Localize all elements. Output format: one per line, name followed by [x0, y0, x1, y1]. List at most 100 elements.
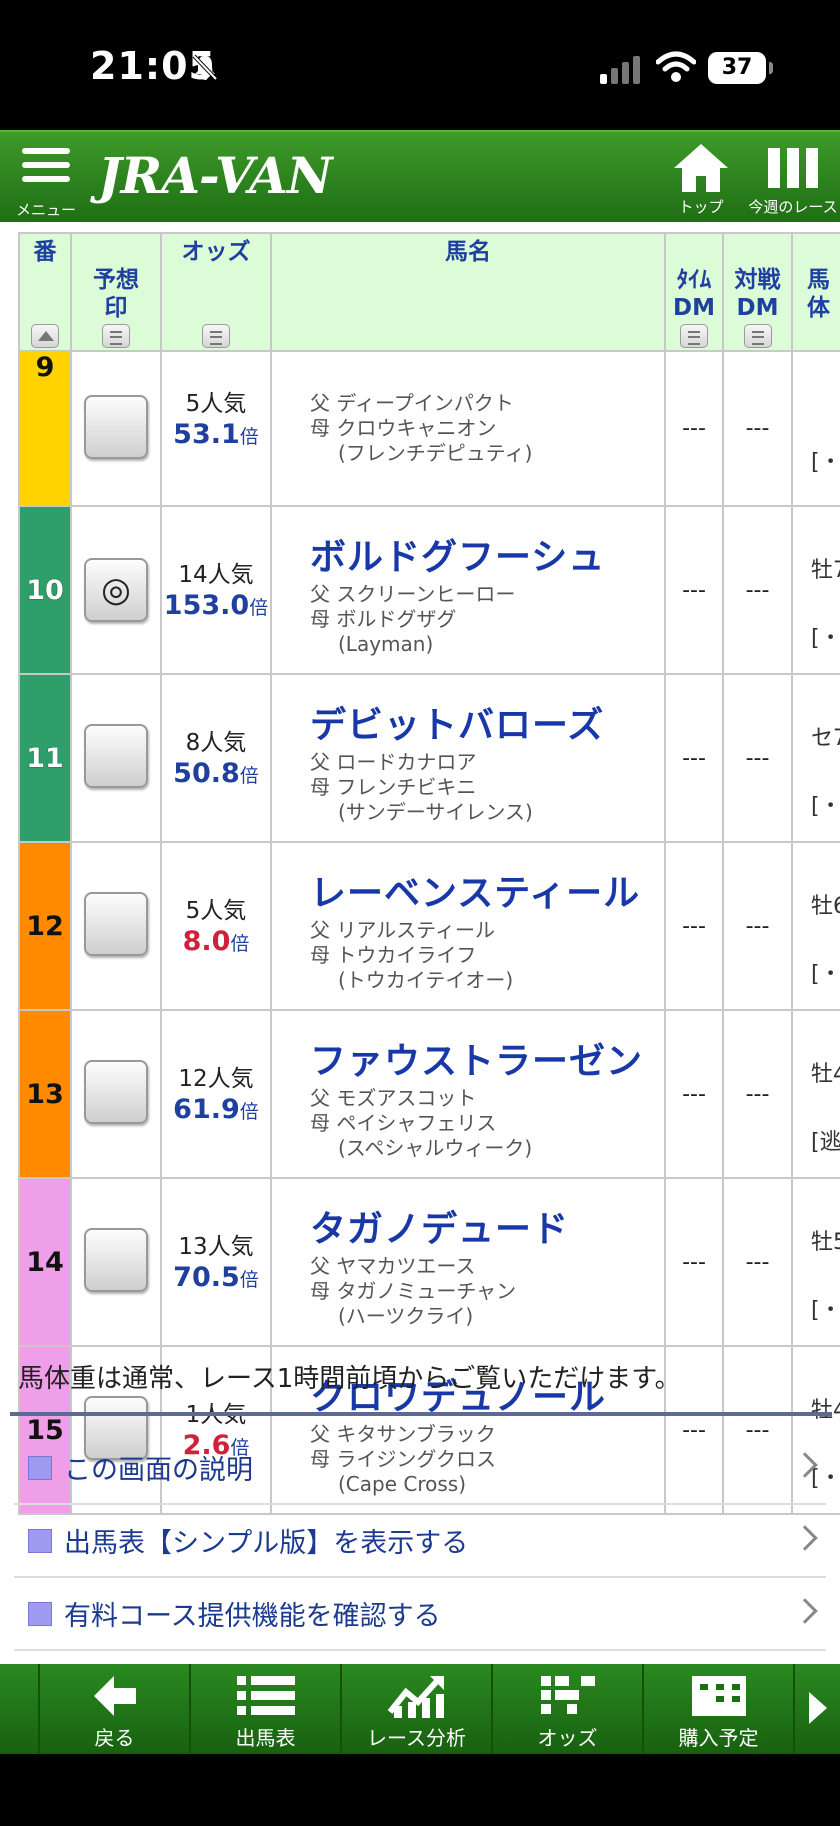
table-row: 10 ◎ 14人気 153.0倍 ボルドグフーシュ父 スクリーンヒーロー母 ボルドグザグ… [18, 505, 840, 675]
bullet-square-icon [28, 1455, 52, 1480]
odds-unit: 倍 [239, 1268, 259, 1291]
horse-extra-cell: セ7 [・先 [791, 673, 840, 843]
col-header-odds[interactable]: オッズ [160, 232, 272, 352]
odds-cell[interactable]: 14人気 153.0倍 [160, 505, 272, 675]
sort-menu-icon[interactable] [102, 324, 130, 348]
odds-cell[interactable]: 12人気 61.9倍 [160, 1009, 272, 1179]
nav-back[interactable]: 戻る [40, 1664, 191, 1754]
prediction-mark-button[interactable] [84, 394, 148, 459]
prediction-mark-button[interactable] [84, 1228, 148, 1292]
chevron-right-icon [792, 1525, 818, 1551]
col-header-number[interactable]: 番 [18, 232, 72, 352]
odds-cell[interactable]: 5人気 8.0倍 [160, 841, 272, 1011]
popularity: 8人気 [185, 729, 247, 756]
odds-cell[interactable]: 5人気 53.1倍 [160, 350, 272, 507]
dam: 母 ボルドグザグ [310, 606, 457, 631]
sex-age: 牡5 [811, 1230, 840, 1255]
horse-extra-cell: 牡5 [・先 [791, 1177, 840, 1347]
sire: 父 ディープインパクト [310, 391, 514, 415]
home-button[interactable]: トップ [668, 142, 734, 217]
link-paid-course[interactable]: 有料コース提供機能を確認する [14, 1578, 826, 1651]
time-dm-value: --- [664, 1177, 724, 1347]
odds-unit: 倍 [249, 596, 269, 619]
signal-icon [600, 56, 640, 84]
sort-menu-icon[interactable] [743, 324, 772, 348]
odds-cell[interactable]: 8人気 50.8倍 [160, 673, 272, 843]
nav-scroll-right-icon[interactable] [795, 1664, 840, 1754]
odds-cell[interactable]: 13人気 70.5倍 [160, 1177, 272, 1347]
race-card-content: 番 予想 印 オッズ 馬名 ﾀｲﾑ DM 対戦 DM 馬 体 9 5人気 53.… [0, 222, 840, 1664]
prediction-mark-button[interactable]: ◎ [84, 558, 148, 622]
nav-purchase-plan[interactable]: 購入予定 [644, 1664, 795, 1754]
race-card-table: 番 予想 印 オッズ 馬名 ﾀｲﾑ DM 対戦 DM 馬 体 9 5人気 53.… [18, 232, 840, 1515]
link-simple-version[interactable]: 出馬表【シンプル版】を表示する [14, 1505, 826, 1578]
horse-name-link[interactable]: ファウストラーゼン [310, 1038, 664, 1086]
col-header-horse-name: 馬名 [270, 232, 666, 352]
sire: 父 モズアスコット [310, 1085, 477, 1110]
prediction-mark-button[interactable] [84, 892, 148, 956]
running-style: [・先 [811, 1298, 840, 1323]
sort-menu-icon[interactable] [680, 324, 708, 348]
popularity: 12人気 [178, 1065, 254, 1092]
nav-race-analysis[interactable]: レース分析 [342, 1664, 493, 1754]
running-style: [・先 [811, 962, 840, 987]
this-week-races-button[interactable]: 今週のレース [746, 142, 840, 217]
horse-number: 14 [18, 1177, 72, 1347]
dam: 母 クロウキャニオン [310, 416, 497, 440]
sire: 父 リアルスティール [310, 917, 495, 942]
link-screen-explanation[interactable]: この画面の説明 [14, 1432, 826, 1505]
chevron-right-icon [792, 1598, 818, 1624]
app-header: メニュー JRA-VAN トップ 今週のレース [0, 130, 840, 222]
prediction-mark-button[interactable] [84, 724, 148, 788]
prediction-mark-cell [70, 673, 162, 843]
prediction-mark-cell: ◎ [70, 505, 162, 675]
odds-value: 61.9 [173, 1093, 240, 1125]
sort-ascending-icon[interactable] [31, 324, 59, 348]
chevron-right-icon [792, 1452, 818, 1478]
odds-value: 70.5 [173, 1261, 240, 1293]
time-dm-value: --- [664, 350, 724, 507]
sire: 父 ヤマカツエース [310, 1253, 476, 1278]
horse-name-link[interactable]: ボルドグフーシュ [310, 534, 664, 582]
horse-name-link[interactable]: デビットバローズ [310, 702, 664, 750]
prediction-mark-cell [70, 350, 162, 507]
table-row: 9 5人気 53.1倍父 ディープインパクト母 クロウキャニオン (フレンチデピュティ… [18, 350, 840, 507]
horse-number: 9 [18, 350, 72, 507]
match-dm-value: --- [722, 673, 793, 843]
table-row: 12 5人気 8.0倍 レーベンスティール父 リアルスティール母 トウカイライフ (トウ… [18, 841, 840, 1011]
match-dm-value: --- [722, 505, 793, 675]
dam: 母 フレンチビキニ [310, 774, 477, 799]
running-style: [逃 [811, 1130, 840, 1155]
menu-button[interactable]: メニュー [14, 144, 78, 220]
chart-icon [387, 1676, 444, 1718]
odds-value: 53.1 [173, 419, 240, 450]
dam: 母 トウカイライフ [310, 942, 477, 967]
sort-menu-icon[interactable] [202, 324, 230, 348]
this-week-label: 今週のレース [748, 198, 838, 216]
horse-extra-cell: 牡4 [逃 [791, 1009, 840, 1179]
dam-sire: (トウカイテイオー) [338, 967, 514, 992]
jra-van-logo[interactable]: JRA-VAN [98, 146, 333, 205]
col-header-time-dm[interactable]: ﾀｲﾑ DM [664, 232, 724, 352]
running-style: [・ [811, 449, 840, 475]
nav-odds[interactable]: オッズ [493, 1664, 644, 1754]
col-header-extra: 馬 体 [791, 232, 840, 352]
prediction-mark-button[interactable] [84, 1060, 148, 1124]
popularity: 14人気 [178, 561, 254, 588]
horse-info-cell: デビットバローズ父 ロードカナロア母 フレンチビキニ (サンデーサイレンス) [270, 673, 666, 843]
horse-info-cell: タガノデュード父 ヤマカツエース母 タガノミューチャン (ハーツクライ) [270, 1177, 666, 1347]
home-indicator-area [0, 1754, 840, 1826]
horse-number: 12 [18, 841, 72, 1011]
nav-race-card[interactable]: 出馬表 [191, 1664, 342, 1754]
prediction-mark-cell [70, 1009, 162, 1179]
col-header-match-dm[interactable]: 対戦 DM [722, 232, 793, 352]
sire: 父 ロードカナロア [310, 749, 477, 774]
horse-extra-cell: 牡6 [・先 [791, 841, 840, 1011]
horse-name-link[interactable]: レーベンスティール [310, 870, 664, 918]
odds-icon [540, 1676, 595, 1714]
dam: 母 ペイシャフェリス [310, 1110, 497, 1135]
horse-name-link[interactable]: タガノデュード [310, 1206, 664, 1254]
horse-number: 11 [18, 673, 72, 843]
col-header-mark[interactable]: 予想 印 [70, 232, 162, 352]
horse-number: 13 [18, 1009, 72, 1179]
